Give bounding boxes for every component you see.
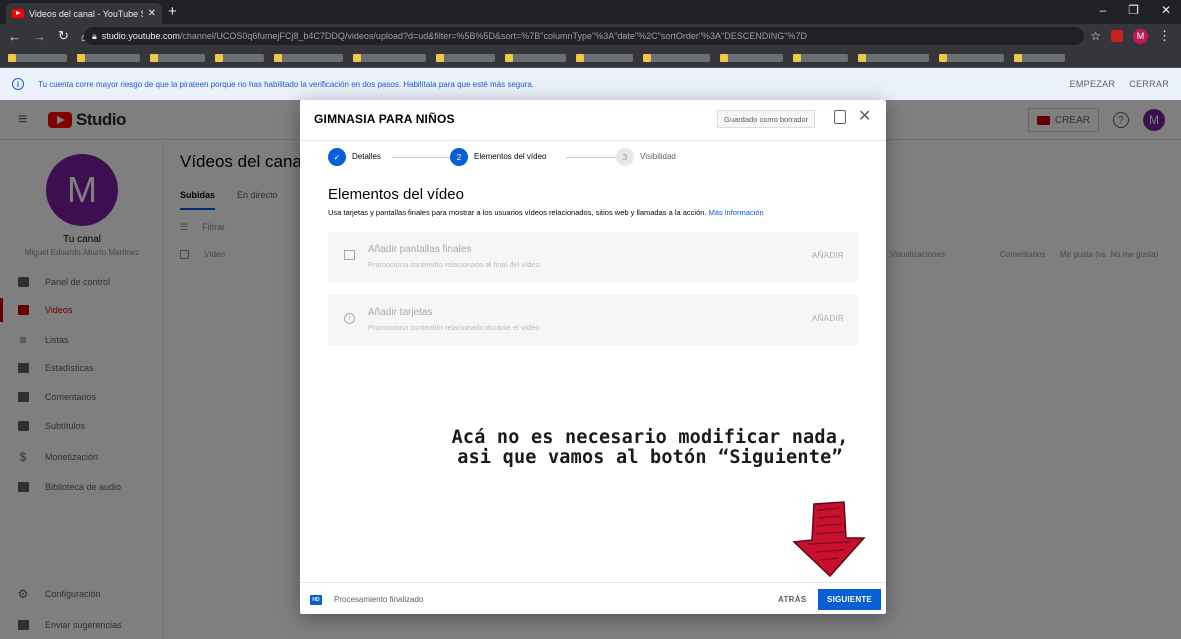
step-done-check-icon[interactable]: ✓ — [328, 148, 346, 166]
url-path: /channel/UCOS0q6fumejFCj8_b4C7DDQ/videos… — [179, 31, 807, 41]
minimize-icon[interactable]: – — [1099, 3, 1106, 17]
address-bar[interactable]: 🔒︎ studio.youtube.com/channel/UCOS0q6fum… — [84, 27, 1084, 45]
card-subtitle: Promociona contenido relacionado al fina… — [368, 260, 540, 269]
end-screen-icon — [344, 250, 355, 260]
bookmark-star-icon[interactable]: ☆ — [1090, 29, 1101, 43]
restore-icon[interactable]: ❐ — [1128, 3, 1139, 17]
close-window-icon[interactable]: ✕ — [1161, 3, 1171, 17]
processing-status: Procesamiento finalizado — [334, 595, 424, 604]
bookmark-item[interactable] — [353, 53, 426, 62]
bookmark-item[interactable] — [939, 53, 1004, 62]
bookmark-item[interactable] — [505, 53, 566, 62]
forward-arrow-icon[interactable]: → — [33, 29, 46, 44]
bookmark-item[interactable] — [1014, 53, 1065, 62]
bookmark-item[interactable] — [793, 53, 848, 62]
step-connector — [392, 157, 450, 158]
card-title: Añadir tarjetas — [368, 307, 433, 318]
browser-menu-icon[interactable]: ⋮ — [1158, 28, 1171, 44]
bookmark-item[interactable] — [643, 53, 710, 62]
lock-icon: 🔒︎ — [92, 30, 97, 41]
step-elements-label[interactable]: Elementos del vídeo — [474, 152, 547, 161]
close-icon[interactable]: ✕ — [858, 106, 871, 126]
section-title: Elementos del vídeo — [328, 186, 464, 203]
banner-start-button[interactable]: EMPEZAR — [1070, 79, 1116, 89]
card-subtitle: Promociona contenido relacionado durante… — [368, 323, 540, 332]
step-visibility-label[interactable]: Visibilidad — [640, 152, 676, 161]
section-description-text: Usa tarjetas y pantallas finales para mo… — [328, 208, 707, 217]
report-issue-icon[interactable] — [834, 110, 846, 124]
bookmark-item[interactable] — [436, 53, 495, 62]
add-cards-button[interactable]: AÑADIR — [812, 314, 844, 323]
browser-tabstrip: Videos del canal - YouTube Stud ✕ + – ❐ … — [0, 0, 1181, 24]
banner-close-button[interactable]: CERRAR — [1129, 79, 1169, 89]
cards-card: i Añadir tarjetas Promociona contenido r… — [328, 295, 858, 345]
step-2-indicator[interactable]: 2 — [450, 148, 468, 166]
bookmark-item[interactable] — [274, 53, 343, 62]
browser-toolbar: ← → ↻ ⌂ 🔒︎ studio.youtube.com/channel/UC… — [0, 24, 1181, 48]
section-description: Usa tarjetas y pantallas finales para mo… — [328, 208, 764, 217]
url-host: studio.youtube.com — [101, 31, 180, 41]
bookmarks-bar — [0, 48, 1181, 68]
annotation-line: Acá no es necesario modificar nada, — [451, 427, 849, 448]
step-connector — [566, 157, 616, 158]
bookmark-item[interactable] — [8, 53, 67, 62]
down-arrow-icon — [792, 501, 866, 578]
banner-message: Tu cuenta corre mayor riesgo de que la p… — [38, 79, 534, 89]
bookmark-item[interactable] — [576, 53, 633, 62]
info-icon: i — [12, 78, 24, 90]
upload-dialog: GIMNASIA PARA NIÑOS Guardado como borrad… — [300, 100, 886, 614]
end-screen-card: Añadir pantallas finales Promociona cont… — [328, 232, 858, 282]
new-tab-button[interactable]: + — [168, 3, 177, 21]
divider — [300, 140, 886, 141]
dialog-footer: HD Procesamiento finalizado ATRÁS SIGUIE… — [300, 582, 886, 614]
youtube-favicon-icon — [12, 9, 24, 18]
step-3-indicator[interactable]: 3 — [616, 148, 634, 166]
tab-close-icon[interactable]: ✕ — [148, 8, 156, 19]
back-button[interactable]: ATRÁS — [778, 595, 806, 604]
bookmark-item[interactable] — [720, 53, 783, 62]
dialog-title: GIMNASIA PARA NIÑOS — [314, 112, 455, 126]
upload-stepper: ✓ Detalles 2 Elementos del vídeo 3 Visib… — [328, 148, 728, 168]
draft-status-badge: Guardado como borrador — [717, 110, 816, 128]
browser-profile-avatar[interactable]: M — [1133, 28, 1148, 44]
browser-tab[interactable]: Videos del canal - YouTube Stud ✕ — [6, 3, 162, 24]
window-controls: – ❐ ✕ — [1099, 3, 1171, 17]
back-arrow-icon[interactable]: ← — [8, 29, 21, 44]
card-title: Añadir pantallas finales — [368, 244, 472, 255]
reload-icon[interactable]: ↻ — [58, 28, 69, 44]
tab-title: Videos del canal - YouTube Stud — [29, 8, 143, 19]
step-details-label[interactable]: Detalles — [352, 152, 381, 161]
hd-badge-icon: HD — [310, 595, 322, 605]
bookmark-item[interactable] — [150, 53, 205, 62]
next-button[interactable]: SIGUIENTE — [818, 589, 881, 610]
security-warning-banner: i Tu cuenta corre mayor riesgo de que la… — [0, 68, 1181, 100]
more-info-link[interactable]: Más información — [709, 208, 764, 217]
add-end-screen-button[interactable]: AÑADIR — [812, 251, 844, 260]
pdf-extension-icon[interactable] — [1111, 30, 1123, 42]
bookmark-item[interactable] — [77, 53, 140, 62]
bookmark-item[interactable] — [215, 53, 264, 62]
bookmark-item[interactable] — [858, 53, 929, 62]
annotation-line: asi que vamos al botón “Siguiente” — [457, 447, 843, 468]
tutorial-annotation: Acá no es necesario modificar nada, asi … — [420, 428, 880, 468]
info-icon: i — [344, 313, 355, 324]
